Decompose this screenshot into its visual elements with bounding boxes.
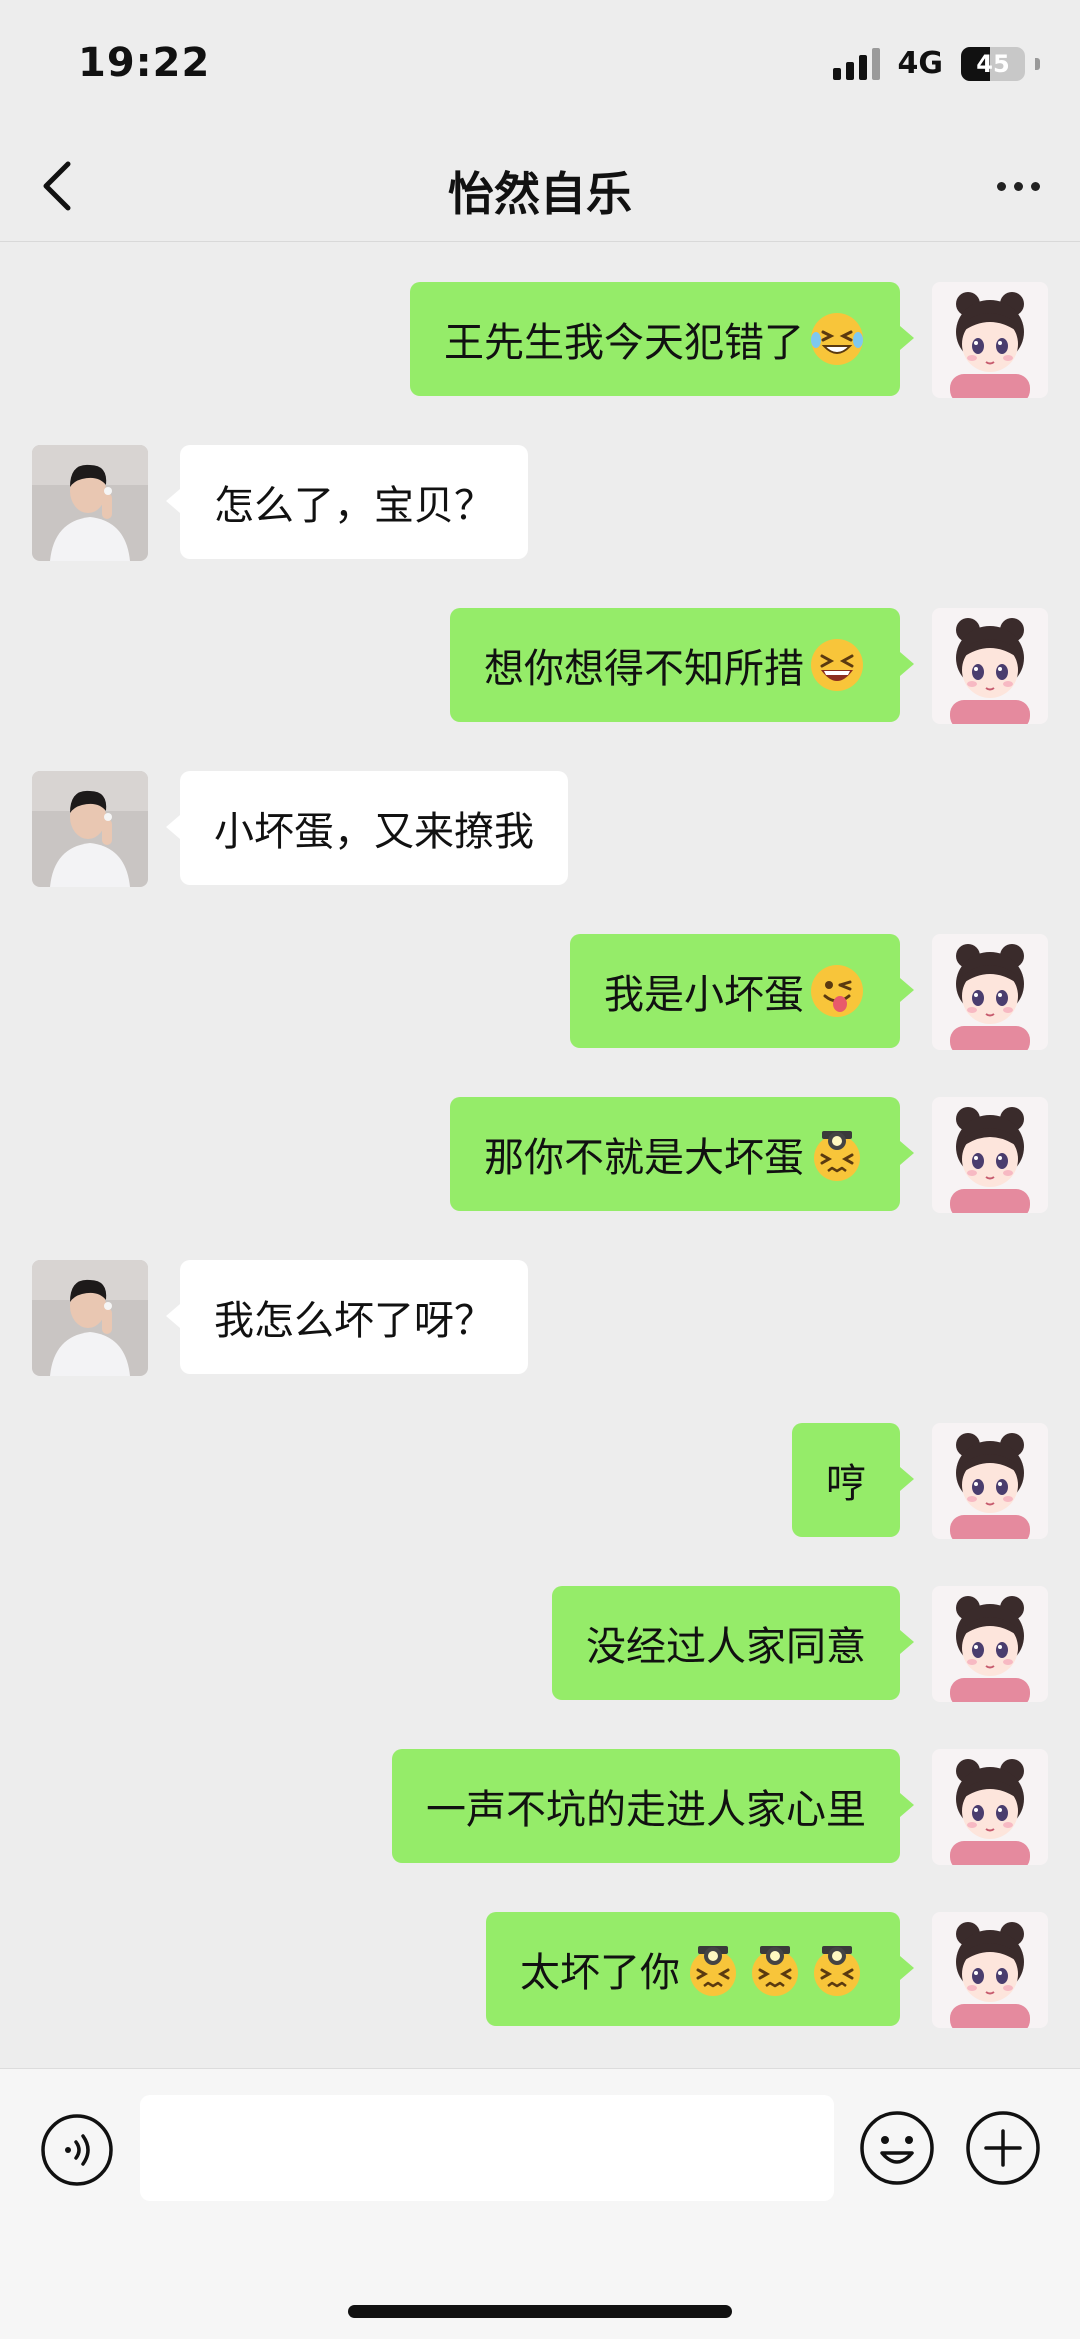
battery-cap	[1035, 57, 1040, 70]
message-sent: 想你想得不知所措	[0, 608, 1080, 726]
my-avatar[interactable]	[932, 282, 1048, 398]
message-text: 我怎么坏了呀？	[214, 1298, 494, 1344]
my-avatar[interactable]	[932, 1749, 1048, 1865]
battery-percent: 45	[976, 49, 1010, 78]
message-bubble[interactable]: 怎么了，宝贝？	[166, 445, 528, 559]
message-sent: 我是小坏蛋	[0, 934, 1080, 1052]
message-text: 怎么了，宝贝？	[214, 483, 494, 529]
message-text: 太坏了你	[520, 1950, 680, 1996]
message-bubble[interactable]: 王先生我今天犯错了	[410, 282, 914, 396]
contact-avatar[interactable]	[32, 1260, 148, 1376]
message-bubble[interactable]: 那你不就是大坏蛋	[450, 1097, 914, 1211]
message-text: 我是小坏蛋	[604, 972, 804, 1018]
plus-button[interactable]	[964, 2109, 1042, 2187]
status-time: 19:22	[78, 40, 211, 86]
message-sent: 王先生我今天犯错了	[0, 282, 1080, 400]
stressed-light-emoji	[752, 1946, 798, 1996]
my-avatar[interactable]	[932, 1423, 1048, 1539]
message-text: 小坏蛋，又来撩我	[214, 809, 534, 855]
message-bubble[interactable]: 我怎么坏了呀？	[166, 1260, 528, 1374]
battery-icon: 45	[961, 46, 1025, 81]
chat-screen: 19:22 4G 45 怡然自乐 王先生我今天犯错了 怎么了，宝贝？ 想你想得不…	[0, 0, 1080, 2339]
plus-icon	[966, 2111, 1040, 2185]
grinning-squint-sweat-emoji	[811, 313, 863, 365]
laughing-squint-emoji	[811, 639, 863, 691]
message-sent: 太坏了你	[0, 1912, 1080, 2030]
emoji-button[interactable]	[858, 2109, 936, 2187]
message-bubble[interactable]: 想你想得不知所措	[450, 608, 914, 722]
message-bubble[interactable]: 没经过人家同意	[552, 1586, 914, 1700]
voice-icon	[41, 2114, 113, 2186]
stressed-light-emoji	[814, 1946, 860, 1996]
smiley-icon	[860, 2111, 934, 2185]
message-sent: 那你不就是大坏蛋	[0, 1097, 1080, 1215]
stressed-light-emoji	[814, 1131, 860, 1181]
home-indicator[interactable]	[348, 2305, 732, 2318]
status-indicators: 4G 45	[832, 46, 1040, 81]
my-avatar[interactable]	[932, 1912, 1048, 2028]
input-bar	[0, 2068, 1080, 2339]
message-bubble[interactable]: 一声不坑的走进人家心里	[392, 1749, 914, 1863]
message-bubble[interactable]: 哼	[792, 1423, 914, 1537]
stressed-light-emoji	[690, 1946, 736, 1996]
message-received: 我怎么坏了呀？	[0, 1260, 1080, 1378]
message-bubble[interactable]: 太坏了你	[486, 1912, 914, 2026]
voice-button[interactable]	[40, 2113, 114, 2187]
message-bubble[interactable]: 我是小坏蛋	[570, 934, 914, 1048]
message-input[interactable]	[140, 2095, 834, 2201]
message-text: 想你想得不知所措	[484, 646, 804, 692]
message-sent: 哼	[0, 1423, 1080, 1541]
message-text: 没经过人家同意	[586, 1624, 866, 1670]
my-avatar[interactable]	[932, 608, 1048, 724]
more-button[interactable]	[984, 164, 1052, 208]
nav-bar: 怡然自乐	[0, 130, 1080, 242]
message-received: 怎么了，宝贝？	[0, 445, 1080, 563]
contact-avatar[interactable]	[32, 445, 148, 561]
message-text: 一声不坑的走进人家心里	[426, 1787, 866, 1833]
my-avatar[interactable]	[932, 1097, 1048, 1213]
my-avatar[interactable]	[932, 1586, 1048, 1702]
message-text: 王先生我今天犯错了	[444, 320, 804, 366]
message-bubble[interactable]: 小坏蛋，又来撩我	[166, 771, 568, 885]
my-avatar[interactable]	[932, 934, 1048, 1050]
more-dots-icon	[996, 181, 1006, 191]
contact-avatar[interactable]	[32, 771, 148, 887]
message-text: 哼	[826, 1461, 866, 1507]
winking-tongue-emoji	[811, 965, 863, 1017]
signal-icon	[832, 47, 880, 80]
message-sent: 一声不坑的走进人家心里	[0, 1749, 1080, 1867]
message-text: 那你不就是大坏蛋	[484, 1135, 804, 1181]
status-bar: 19:22 4G 45	[0, 0, 1080, 130]
network-label: 4G	[897, 46, 944, 81]
message-received: 小坏蛋，又来撩我	[0, 771, 1080, 889]
chat-title: 怡然自乐	[448, 167, 632, 221]
message-sent: 没经过人家同意	[0, 1586, 1080, 1704]
